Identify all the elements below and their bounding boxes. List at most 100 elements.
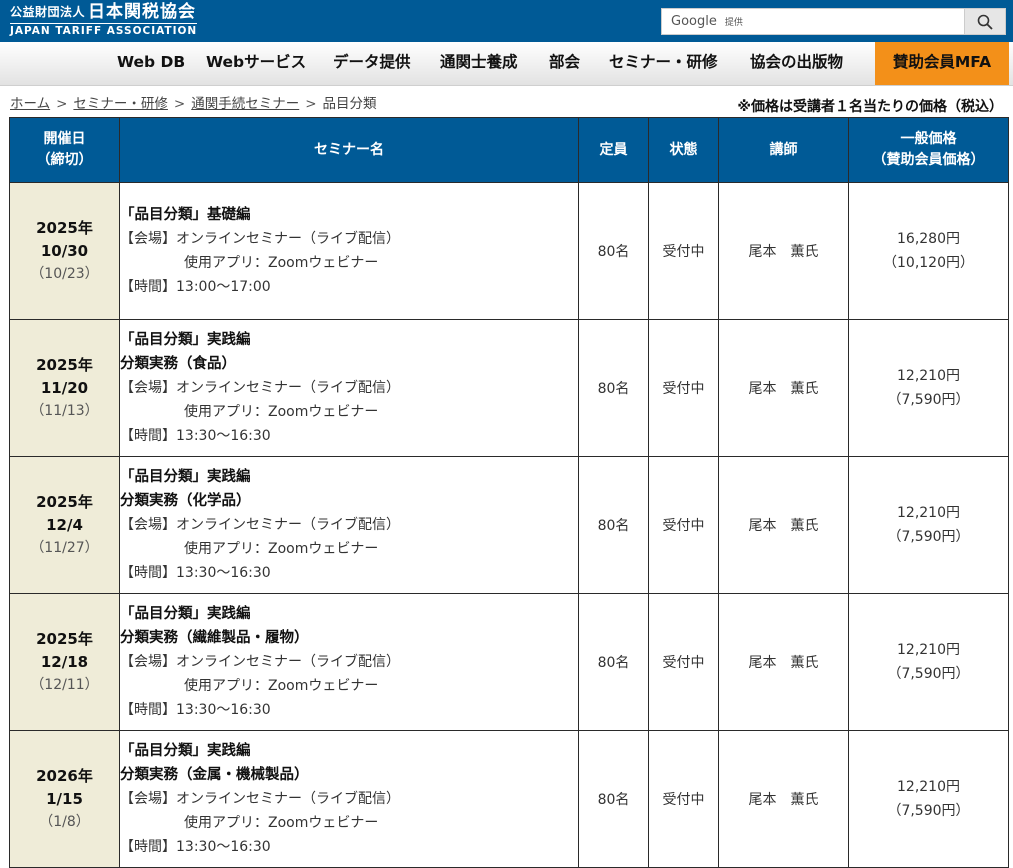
seminar-title[interactable]: 「品目分類」実践編 xyxy=(120,739,578,763)
table-header-row: 開催日 （締切） セミナー名 定員 状態 講師 一般価格 （賛助会員価格） xyxy=(9,117,1009,183)
seminar-venue: 【会場】オンラインセミナー（ライブ配信） xyxy=(120,231,400,247)
table-row: 2025年 12/4 （11/27） 「品目分類」実践編 分類実務（化学品） 【… xyxy=(9,456,1009,594)
seminar-year: 2025年 xyxy=(36,492,93,511)
seminar-time: 【時間】13:00〜17:00 xyxy=(120,279,271,295)
column-header-seminar-name: セミナー名 xyxy=(119,117,579,183)
seminar-title[interactable]: 「品目分類」基礎編 xyxy=(120,203,578,227)
seminar-subtitle: 分類実務（金属・機械製品） xyxy=(120,767,309,783)
seminar-general-price: 12,210円 xyxy=(897,779,960,795)
seminar-app: 使用アプリ：Zoomウェビナー xyxy=(184,815,379,831)
seminar-date-cell: 2025年 11/20 （11/13） xyxy=(9,319,120,457)
seminar-venue: 【会場】オンラインセミナー（ライブ配信） xyxy=(120,791,400,807)
seminar-date: 12/4 xyxy=(46,515,83,534)
seminar-deadline: （12/11） xyxy=(30,676,99,693)
search-button[interactable] xyxy=(964,9,1005,34)
seminar-deadline: （11/27） xyxy=(30,539,99,556)
seminar-member-price: （7,590円） xyxy=(887,529,970,545)
seminar-member-price: （10,120円） xyxy=(883,255,974,271)
breadcrumb-separator: > xyxy=(56,96,68,112)
nav-web-services[interactable]: Webサービス xyxy=(206,42,306,85)
search-input[interactable]: Google 提供 xyxy=(671,14,743,29)
column-header-status: 状態 xyxy=(648,117,719,183)
seminar-price-cell: 12,210円 （7,590円） xyxy=(848,319,1009,457)
site-logo[interactable]: 公益財団法人 日本関税協会 JAPAN TARIFF ASSOCIATION xyxy=(10,2,198,37)
top-header-bar: 公益財団法人 日本関税協会 JAPAN TARIFF ASSOCIATION G… xyxy=(0,0,1013,42)
breadcrumb-customs-seminar[interactable]: 通関手続セミナー xyxy=(191,96,299,112)
seminar-instructor: 尾本 薫氏 xyxy=(718,730,849,868)
seminar-subtitle: 分類実務（食品） xyxy=(120,356,236,372)
seminar-year: 2026年 xyxy=(36,766,93,785)
table-row: 2025年 12/18 （12/11） 「品目分類」実践編 分類実務（繊維製品・… xyxy=(9,593,1009,731)
seminar-time: 【時間】13:30〜16:30 xyxy=(120,702,271,718)
seminar-capacity: 80名 xyxy=(578,730,649,868)
seminar-capacity: 80名 xyxy=(578,593,649,731)
nav-customs-broker-training[interactable]: 通関士養成 xyxy=(440,42,518,85)
nav-publications[interactable]: 協会の出版物 xyxy=(750,42,843,85)
seminar-name-cell: 「品目分類」実践編 分類実務（繊維製品・履物） 【会場】オンラインセミナー（ライ… xyxy=(119,593,579,731)
logo-english-name: JAPAN TARIFF ASSOCIATION xyxy=(10,23,198,37)
seminar-general-price: 12,210円 xyxy=(897,368,960,384)
seminar-app: 使用アプリ：Zoomウェビナー xyxy=(184,404,379,420)
seminar-year: 2025年 xyxy=(36,218,93,237)
seminar-member-price: （7,590円） xyxy=(887,666,970,682)
breadcrumb-current: 品目分類 xyxy=(322,96,377,112)
seminar-status: 受付中 xyxy=(648,730,719,868)
seminar-app: 使用アプリ：Zoomウェビナー xyxy=(184,678,379,694)
seminar-name-cell: 「品目分類」実践編 分類実務（化学品） 【会場】オンラインセミナー（ライブ配信）… xyxy=(119,456,579,594)
logo-org-name: 日本関税協会 xyxy=(88,2,197,22)
seminar-year: 2025年 xyxy=(36,355,93,374)
seminar-date-cell: 2025年 10/30 （10/23） xyxy=(9,182,120,320)
seminar-title[interactable]: 「品目分類」実践編 xyxy=(120,465,578,489)
seminar-price-cell: 12,210円 （7,590円） xyxy=(848,456,1009,594)
nav-supporting-member-mfa[interactable]: 賛助会員MFA xyxy=(875,42,1009,85)
seminar-general-price: 16,280円 xyxy=(897,231,960,247)
seminar-date-cell: 2026年 1/15 （1/8） xyxy=(9,730,120,868)
seminar-app: 使用アプリ：Zoomウェビナー xyxy=(184,255,379,271)
seminar-price-cell: 16,280円 （10,120円） xyxy=(848,182,1009,320)
seminar-time: 【時間】13:30〜16:30 xyxy=(120,428,271,444)
seminar-deadline: （11/13） xyxy=(30,402,99,419)
breadcrumb-home[interactable]: ホーム xyxy=(10,96,50,112)
seminar-member-price: （7,590円） xyxy=(887,803,970,819)
seminar-venue: 【会場】オンラインセミナー（ライブ配信） xyxy=(120,654,400,670)
seminar-date-cell: 2025年 12/4 （11/27） xyxy=(9,456,120,594)
table-row: 2026年 1/15 （1/8） 「品目分類」実践編 分類実務（金属・機械製品）… xyxy=(9,730,1009,868)
seminar-member-price: （7,590円） xyxy=(887,392,970,408)
search-provided-label: 提供 xyxy=(724,18,743,28)
column-header-instructor: 講師 xyxy=(718,117,849,183)
table-row: 2025年 10/30 （10/23） 「品目分類」基礎編 【会場】オンラインセ… xyxy=(9,182,1009,320)
seminar-capacity: 80名 xyxy=(578,319,649,457)
nav-data-provision[interactable]: データ提供 xyxy=(333,42,411,85)
seminar-status: 受付中 xyxy=(648,456,719,594)
seminar-capacity: 80名 xyxy=(578,456,649,594)
nav-web-db[interactable]: Web DB xyxy=(117,42,185,85)
seminar-status: 受付中 xyxy=(648,182,719,320)
table-row: 2025年 11/20 （11/13） 「品目分類」実践編 分類実務（食品） 【… xyxy=(9,319,1009,457)
breadcrumb-seminars[interactable]: セミナー・研修 xyxy=(73,96,168,112)
column-header-capacity: 定員 xyxy=(578,117,649,183)
nav-divisions[interactable]: 部会 xyxy=(549,42,580,85)
seminar-time: 【時間】13:30〜16:30 xyxy=(120,565,271,581)
site-search: Google 提供 xyxy=(661,8,1006,35)
nav-seminars-training[interactable]: セミナー・研修 xyxy=(609,42,718,85)
seminar-status: 受付中 xyxy=(648,319,719,457)
seminar-time: 【時間】13:30〜16:30 xyxy=(120,839,271,855)
seminar-name-cell: 「品目分類」実践編 分類実務（金属・機械製品） 【会場】オンラインセミナー（ライ… xyxy=(119,730,579,868)
seminar-date: 10/30 xyxy=(40,241,89,260)
seminar-general-price: 12,210円 xyxy=(897,505,960,521)
seminar-price-cell: 12,210円 （7,590円） xyxy=(848,730,1009,868)
main-navigation: Web DB Webサービス データ提供 通関士養成 部会 セミナー・研修 協会… xyxy=(0,42,1013,86)
seminar-title[interactable]: 「品目分類」実践編 xyxy=(120,328,578,352)
seminar-deadline: （1/8） xyxy=(39,813,90,830)
seminar-status: 受付中 xyxy=(648,593,719,731)
seminar-name-cell: 「品目分類」基礎編 【会場】オンラインセミナー（ライブ配信） 使用アプリ：Zoo… xyxy=(119,182,579,320)
seminar-title[interactable]: 「品目分類」実践編 xyxy=(120,602,578,626)
seminar-app: 使用アプリ：Zoomウェビナー xyxy=(184,541,379,557)
seminar-capacity: 80名 xyxy=(578,182,649,320)
breadcrumb-separator: > xyxy=(173,96,186,112)
seminar-date: 12/18 xyxy=(40,652,89,671)
seminar-deadline: （10/23） xyxy=(30,265,99,282)
seminar-general-price: 12,210円 xyxy=(897,642,960,658)
breadcrumb-separator: > xyxy=(305,96,317,112)
search-icon xyxy=(977,14,993,30)
